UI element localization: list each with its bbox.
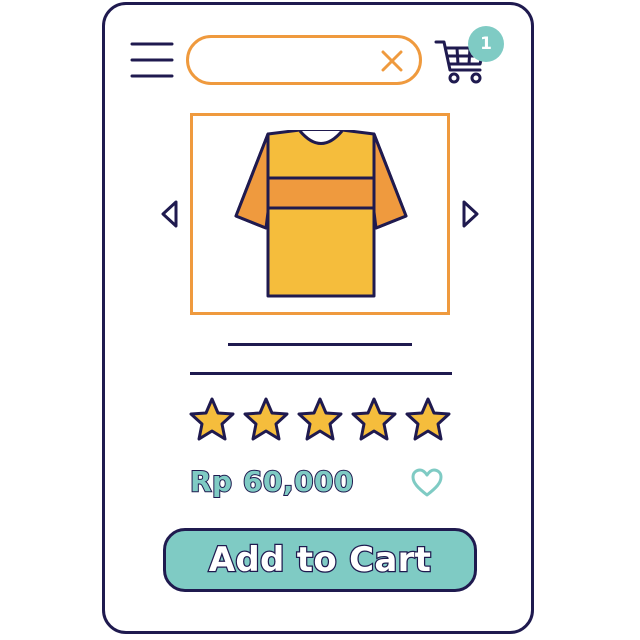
add-to-cart-button[interactable]: Add to Cart: [163, 528, 477, 592]
product-description-placeholder-line: [190, 372, 452, 375]
close-icon[interactable]: [378, 47, 406, 75]
star-rating: [188, 396, 452, 446]
star-icon: [189, 397, 235, 441]
triangle-right-icon[interactable]: [458, 198, 482, 230]
star-icon: [243, 397, 289, 441]
product-price: Rp 60,000: [189, 464, 354, 499]
t-shirt-icon: [234, 130, 408, 298]
star-icon: [297, 397, 343, 441]
cart-count-badge: 1: [468, 26, 504, 62]
star-icon: [351, 397, 397, 441]
search-input[interactable]: [203, 46, 377, 76]
heart-outline-icon[interactable]: [410, 467, 444, 499]
product-title-placeholder-line: [228, 343, 412, 346]
app-stage: 1 Rp 60,000 Add to Cart: [0, 0, 640, 640]
triangle-left-icon[interactable]: [158, 198, 182, 230]
hamburger-menu-icon[interactable]: [130, 38, 174, 82]
add-to-cart-label: Add to Cart: [208, 539, 433, 582]
star-icon: [405, 397, 451, 441]
